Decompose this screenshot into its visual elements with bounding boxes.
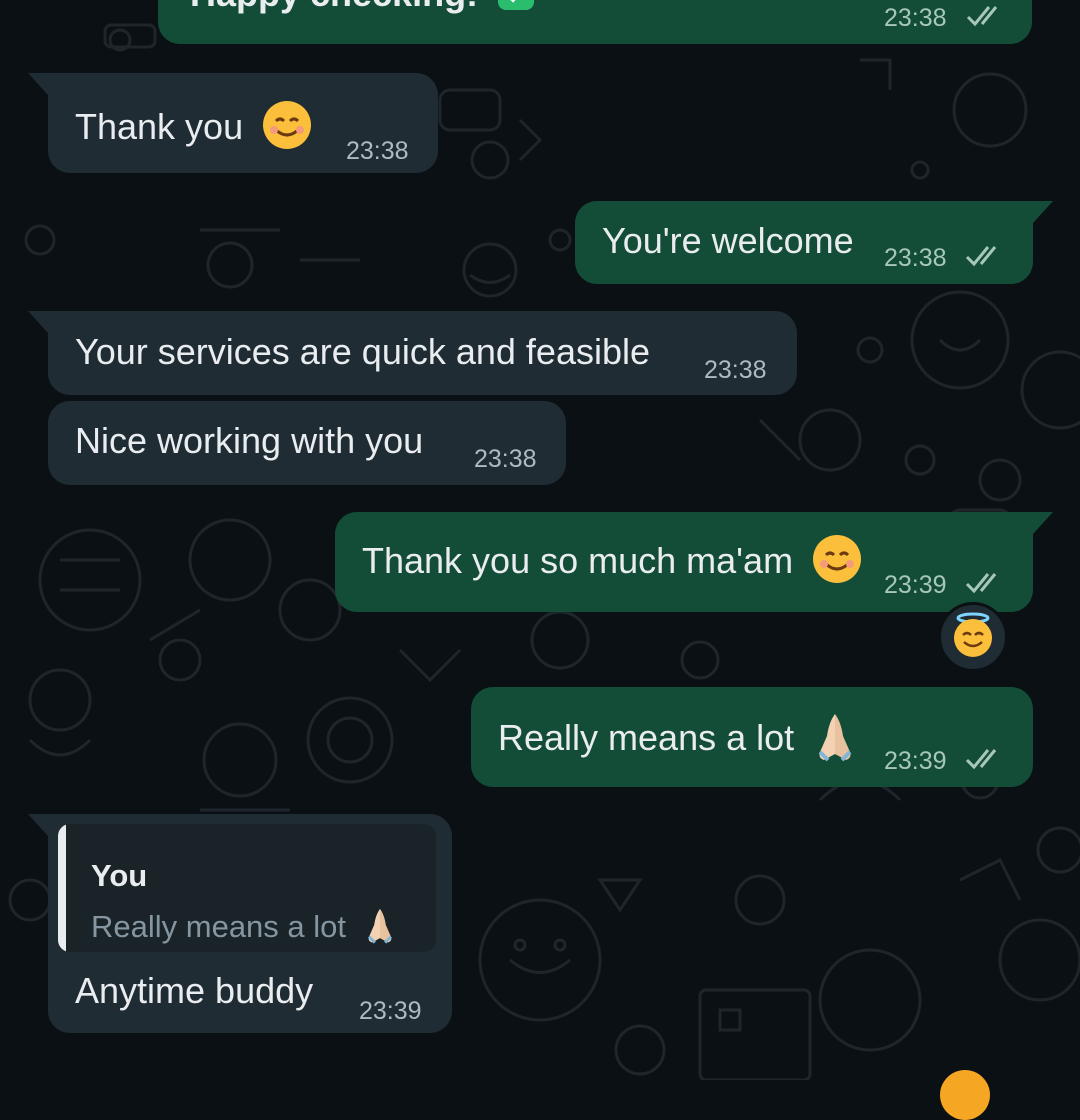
smiling-face-icon <box>261 99 313 160</box>
message-reaction[interactable] <box>938 602 1008 672</box>
message-text: Really means a lot <box>498 717 795 759</box>
message-timestamp: 23:38 <box>474 445 537 473</box>
halo-face-icon <box>951 612 995 663</box>
read-receipt-icon <box>965 246 997 267</box>
message-timestamp: 23:39 <box>359 997 422 1025</box>
quoted-reply[interactable]: You Really means a lot <box>58 824 436 952</box>
message-bubble-incoming[interactable]: Your services are quick and feasible 23:… <box>28 311 797 395</box>
message-timestamp: 23:38 <box>884 244 947 272</box>
quote-accent-bar <box>58 824 66 952</box>
message-bubble-outgoing[interactable]: Really means a lot 23:39 <box>471 687 1033 787</box>
folded-hands-icon <box>363 906 397 952</box>
message-text: Nice working with you <box>75 420 424 461</box>
message-timestamp: 23:39 <box>884 571 947 599</box>
message-text: Anytime buddy <box>75 970 314 1011</box>
message-bubble-outgoing[interactable]: You're welcome 23:38 <box>575 201 1053 284</box>
smiling-face-icon <box>811 533 863 594</box>
check-mark-icon <box>496 0 536 21</box>
message-timestamp: 23:38 <box>704 356 767 384</box>
message-bubble-incoming[interactable]: Nice working with you 23:38 <box>48 401 566 485</box>
message-timestamp: 23:38 <box>884 4 947 32</box>
message-text: Thank you <box>75 106 244 148</box>
message-bubble-outgoing[interactable]: Happy checking! 23:38 <box>158 0 1032 44</box>
folded-hands-icon <box>812 710 858 771</box>
message-bubble-outgoing[interactable]: Thank you so much ma'am 23:39 <box>335 512 1053 612</box>
message-text: Thank you so much ma'am <box>362 540 794 582</box>
message-timestamp: 23:38 <box>346 137 409 165</box>
read-receipt-icon <box>965 749 997 770</box>
message-text: You're welcome <box>602 220 854 261</box>
message-text: Happy checking! <box>190 0 478 14</box>
read-receipt-icon <box>965 573 997 594</box>
quoted-author: You <box>91 858 148 893</box>
message-timestamp: 23:39 <box>884 747 947 775</box>
message-text: Your services are quick and feasible <box>75 331 650 372</box>
read-receipt-icon <box>966 6 998 27</box>
message-bubble-incoming[interactable]: You Really means a lot Anytime buddy 23:… <box>28 814 452 1033</box>
partial-emoji-icon <box>940 1070 990 1120</box>
quoted-text: Really means a lot <box>91 909 347 945</box>
message-bubble-incoming[interactable]: Thank you 23:38 <box>28 73 438 173</box>
